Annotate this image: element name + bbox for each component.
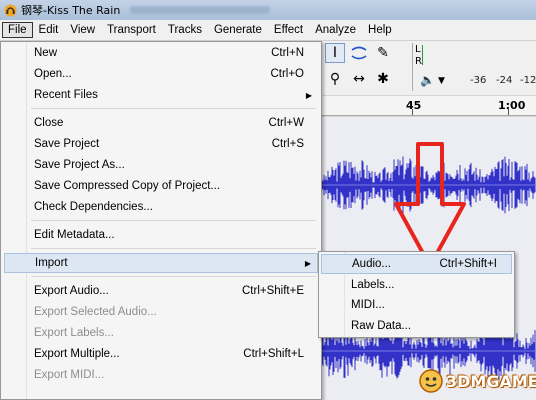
submenu-item-import-labels[interactable]: Labels...: [321, 275, 512, 295]
menu-item-label: Export Multiple...: [34, 348, 120, 360]
menu-item-label: Close: [34, 117, 64, 129]
meter-db-tick: -12: [520, 75, 536, 86]
menu-item-save-project-as[interactable]: Save Project As...: [4, 155, 318, 175]
submenu-item-import-midi[interactable]: MIDI...: [321, 295, 512, 315]
meter-level-line: [422, 45, 423, 65]
timeline-tick: [412, 109, 413, 115]
menu-separator: [31, 248, 316, 249]
menu-item-shortcut: Ctrl+N: [271, 47, 304, 59]
meter-db-tick: -36: [470, 75, 487, 86]
menu-item-export-midi: Export MIDI...: [4, 365, 318, 385]
meter-right-label: R: [415, 56, 422, 67]
menu-item-label: Export Selected Audio...: [34, 306, 157, 318]
menu-item-check-dependencies[interactable]: Check Dependencies...: [4, 197, 318, 217]
submenu-arrow-icon: ▶: [305, 90, 312, 100]
menu-item-import[interactable]: Import ▶: [4, 253, 318, 273]
menu-item-label: Open...: [34, 68, 72, 80]
menu-item-save-project[interactable]: Save Project Ctrl+S: [4, 134, 318, 154]
menu-separator: [31, 276, 316, 277]
menu-separator: [31, 108, 316, 109]
zoom-tool-icon[interactable]: ⚲: [325, 69, 345, 89]
draw-tool-icon[interactable]: ✎: [373, 43, 393, 63]
menu-item-export-multiple[interactable]: Export Multiple... Ctrl+Shift+L: [4, 344, 318, 364]
audacity-app-icon: [4, 4, 17, 16]
menu-item-label: Import: [35, 257, 68, 269]
menu-view[interactable]: View: [64, 22, 101, 38]
menu-item-shortcut: Ctrl+O: [270, 68, 304, 80]
menu-item-shortcut: Ctrl+S: [271, 138, 304, 150]
file-menu-dropdown: New Ctrl+N Open... Ctrl+O Recent Files ▶…: [0, 41, 322, 400]
title-bar: 钢琴-Kiss The Rain: [0, 0, 536, 20]
meter-db-tick: -24: [496, 75, 513, 86]
meter-left-label: L: [415, 44, 421, 55]
menu-item-label: Recent Files: [34, 89, 98, 101]
menu-item-label: Save Project: [34, 138, 100, 150]
menu-item-label: Export Labels...: [34, 327, 114, 339]
menu-generate[interactable]: Generate: [208, 22, 268, 38]
speaker-icon[interactable]: 🔈: [420, 73, 435, 87]
menu-item-shortcut: Ctrl+Shift+E: [242, 285, 304, 297]
menu-item-label: MIDI...: [351, 299, 385, 311]
watermark: 3DMGAME: [418, 368, 536, 394]
menu-item-save-compressed-copy[interactable]: Save Compressed Copy of Project...: [4, 176, 318, 196]
menu-file[interactable]: File: [2, 22, 33, 38]
import-submenu: Audio... Ctrl+Shift+I Labels... MIDI... …: [318, 251, 515, 338]
menu-item-label: Export MIDI...: [34, 369, 105, 381]
watermark-logo-icon: [419, 369, 443, 393]
blurred-title-suffix: [130, 6, 271, 14]
menu-item-edit-metadata[interactable]: Edit Metadata...: [4, 225, 318, 245]
menu-edit[interactable]: Edit: [33, 22, 65, 38]
menu-item-shortcut: Ctrl+Shift+L: [243, 348, 304, 360]
menu-transport[interactable]: Transport: [101, 22, 162, 38]
menu-item-label: Save Compressed Copy of Project...: [34, 180, 220, 192]
menu-item-shortcut: Ctrl+W: [268, 117, 304, 129]
chevron-down-icon[interactable]: ▼: [438, 76, 445, 86]
menu-bar: File Edit View Transport Tracks Generate…: [0, 20, 536, 41]
menu-item-export-labels: Export Labels...: [4, 323, 318, 343]
toolbar-divider: [412, 43, 413, 91]
timeline-ruler[interactable]: 45 1:00: [322, 96, 536, 116]
menu-item-label: Labels...: [351, 279, 395, 291]
timeline-tick: [508, 109, 509, 115]
menu-item-shortcut: Ctrl+Shift+I: [439, 258, 497, 270]
multi-tool-icon[interactable]: ✱: [373, 69, 393, 89]
watermark-text: 3DMGAME: [446, 371, 536, 391]
menu-item-label: Raw Data...: [351, 320, 412, 332]
menu-item-label: Save Project As...: [34, 159, 125, 171]
menu-item-label: Check Dependencies...: [34, 201, 153, 213]
menu-help[interactable]: Help: [362, 22, 398, 38]
tools-toolbar: I ✎ ⚲ ↔ ✱: [325, 43, 405, 91]
timeline-tick-label: 1:00: [498, 99, 526, 112]
menu-separator: [31, 220, 316, 221]
menu-item-export-selected-audio: Export Selected Audio...: [4, 302, 318, 322]
menu-item-label: Audio...: [352, 258, 391, 270]
menu-item-open[interactable]: Open... Ctrl+O: [4, 64, 318, 84]
menu-tracks[interactable]: Tracks: [162, 22, 208, 38]
meter-toolbar: L R 🔈 ▼ -36 -24 -12: [412, 43, 536, 91]
menu-item-label: Export Audio...: [34, 285, 109, 297]
menu-analyze[interactable]: Analyze: [309, 22, 362, 38]
selection-tool-icon[interactable]: I: [325, 43, 345, 63]
submenu-item-import-raw-data[interactable]: Raw Data...: [321, 316, 512, 336]
timeline-tick-label: 45: [406, 99, 422, 112]
menu-item-export-audio[interactable]: Export Audio... Ctrl+Shift+E: [4, 281, 318, 301]
timeshift-tool-icon[interactable]: ↔: [349, 69, 369, 89]
envelope-tool-icon[interactable]: [349, 43, 369, 63]
menu-item-label: Edit Metadata...: [34, 229, 115, 241]
submenu-arrow-icon: ▶: [304, 258, 311, 268]
menu-item-close[interactable]: Close Ctrl+W: [4, 113, 318, 133]
submenu-item-import-audio[interactable]: Audio... Ctrl+Shift+I: [321, 254, 512, 274]
menu-item-new[interactable]: New Ctrl+N: [4, 43, 318, 63]
window-title: 钢琴-Kiss The Rain: [21, 4, 121, 17]
menu-item-label: New: [34, 47, 58, 59]
menu-item-recent-files[interactable]: Recent Files ▶: [4, 85, 318, 105]
menu-effect[interactable]: Effect: [268, 22, 309, 38]
